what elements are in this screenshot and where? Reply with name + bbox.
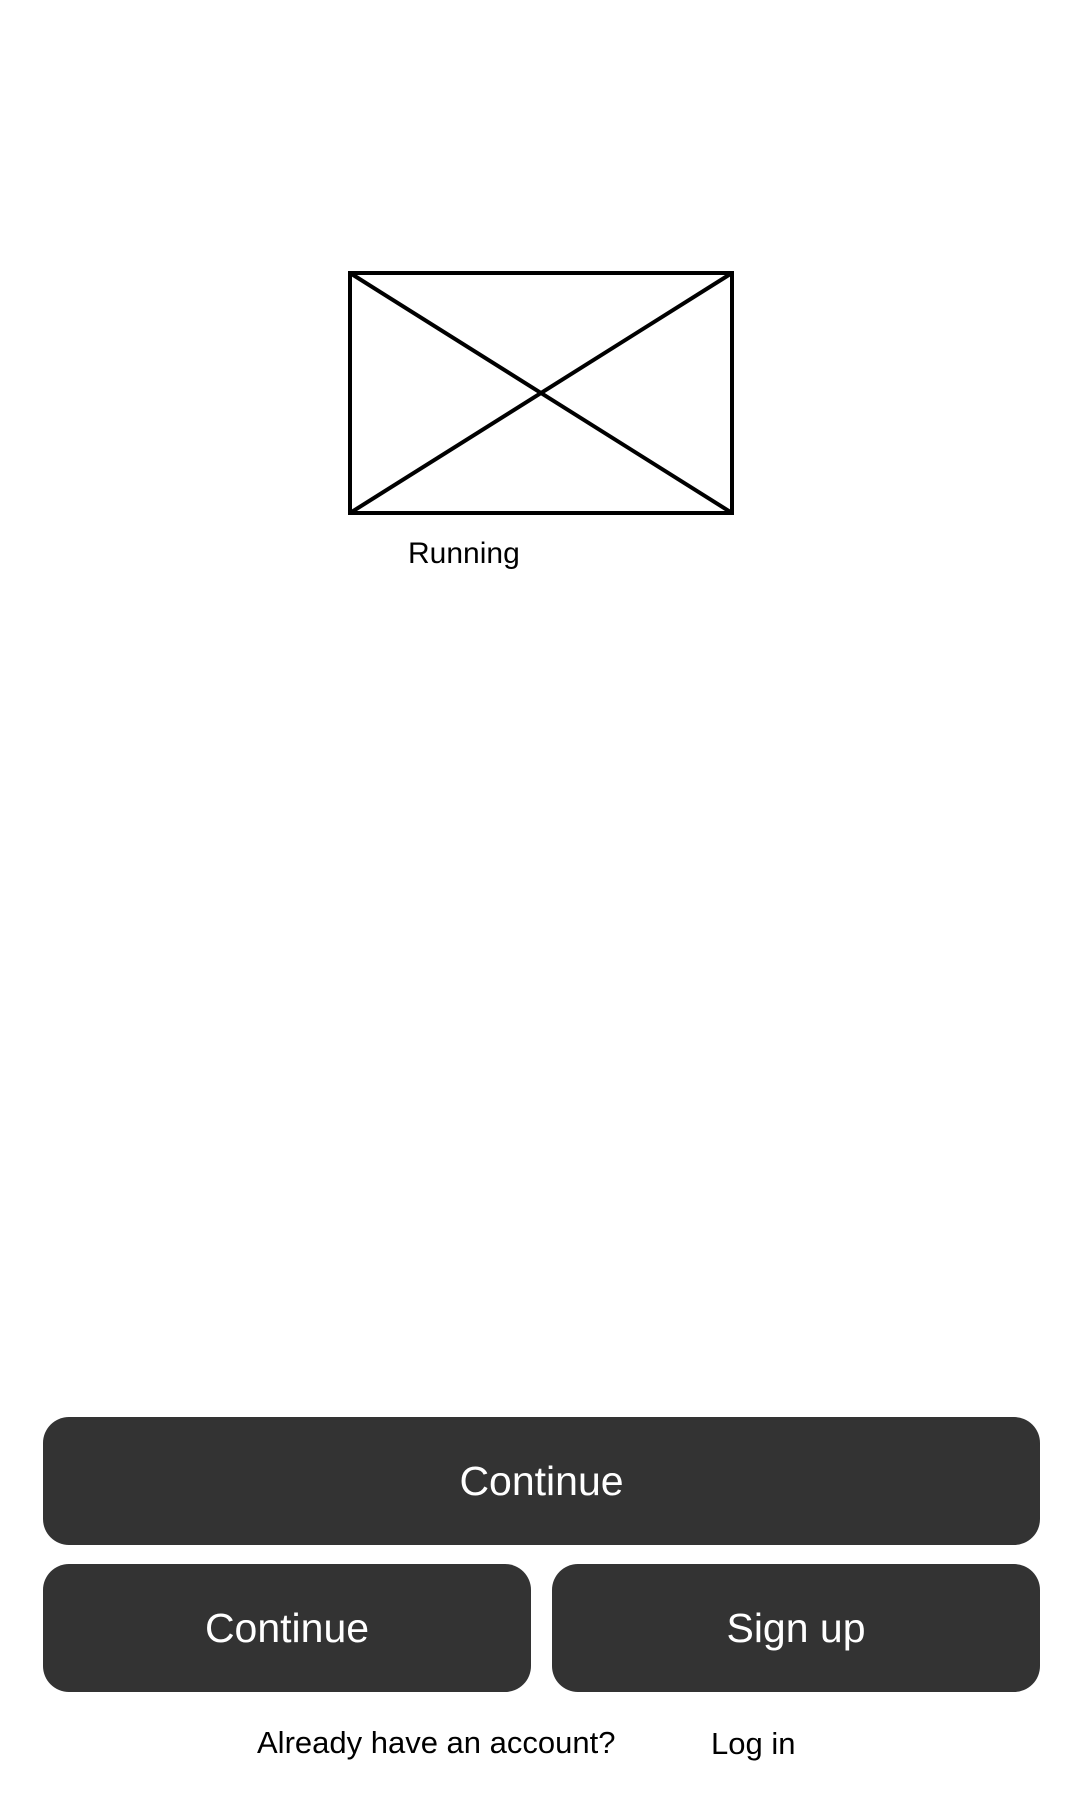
image-placeholder-icon — [348, 271, 734, 515]
continue-button-secondary[interactable]: Continue — [43, 1564, 531, 1692]
account-prompt-text: Already have an account? — [257, 1725, 616, 1760]
image-caption: Running — [408, 537, 520, 570]
log-in-link[interactable]: Log in — [711, 1725, 795, 1763]
sign-up-button[interactable]: Sign up — [552, 1564, 1040, 1692]
continue-button-primary[interactable]: Continue — [43, 1417, 1040, 1545]
